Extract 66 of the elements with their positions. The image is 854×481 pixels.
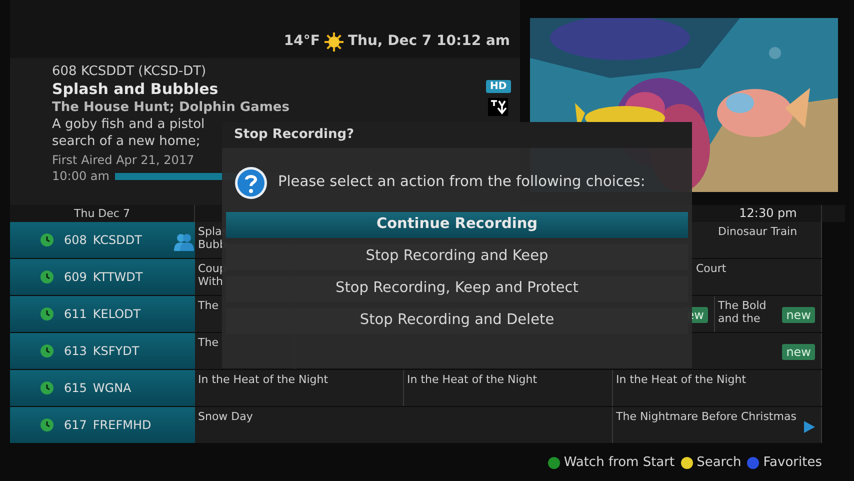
- description-line: search of a new home;: [52, 133, 200, 150]
- program-title: Snow Day: [198, 410, 253, 423]
- program-title: The: [198, 299, 218, 312]
- channel-name: KELODT: [92, 306, 141, 323]
- program-title: In the Heat of the Night: [616, 373, 746, 386]
- channel-name: FREFMHD: [92, 417, 152, 434]
- program-title: The: [198, 336, 218, 349]
- clock-icon: [40, 381, 54, 395]
- program-title: The Nightmare Before Christmas: [616, 410, 796, 423]
- clock-icon: [40, 307, 54, 321]
- start-time: 10:00 am: [52, 168, 110, 184]
- clock-icon: [40, 270, 54, 284]
- question-icon: [234, 166, 268, 200]
- program-title: In the Heat of the Night: [198, 373, 328, 386]
- clock-icon: [40, 418, 54, 432]
- channel-name: KSFYDT: [92, 343, 140, 360]
- program-title: With: [198, 275, 223, 288]
- channel-number: 608: [64, 232, 87, 249]
- first-aired: First Aired Apr 21, 2017: [52, 152, 194, 168]
- channel-number: 609: [64, 269, 87, 286]
- date-time: Thu, Dec 7 10:12 am: [348, 32, 510, 51]
- channel-cell[interactable]: 611 KELODT: [10, 296, 195, 332]
- program-title: The Bold: [718, 299, 766, 312]
- new-badge: new: [782, 344, 815, 360]
- channel-cell[interactable]: 617 FREFMHD: [10, 407, 195, 443]
- hd-badge: HD: [486, 80, 511, 93]
- channel-name: WGNA: [92, 380, 132, 397]
- program-title: In the Heat of the Night: [407, 373, 538, 386]
- channel-cell[interactable]: 615 WGNA: [10, 370, 195, 406]
- program-title: Coup: [198, 262, 226, 275]
- channel-number: 615: [64, 380, 87, 397]
- program-cell[interactable]: The Bold and the new: [715, 296, 822, 332]
- sun-icon: [324, 32, 344, 52]
- clock-icon: [40, 344, 54, 358]
- channel-number: 613: [64, 343, 87, 360]
- people-icon: [174, 233, 194, 251]
- channel-number: 617: [64, 417, 87, 434]
- channel-cell[interactable]: 613 KSFYDT: [10, 333, 195, 369]
- channel-name: KCSDDT: [92, 232, 142, 249]
- channel-cell[interactable]: 608 KCSDDT: [10, 222, 195, 258]
- dialog-message: Please select an action from the following choices:: [278, 173, 646, 192]
- channel-number: 611: [64, 306, 87, 323]
- dialog-option[interactable]: Stop Recording and Delete: [226, 308, 688, 334]
- program-title: Court: [696, 262, 726, 275]
- channel-name: KTTWDT: [92, 269, 143, 286]
- dialog-option[interactable]: Stop Recording, Keep and Protect: [226, 276, 688, 302]
- program-title: and the: [718, 312, 760, 325]
- color-key-label[interactable]: Watch from Start: [564, 452, 675, 472]
- dialog-option[interactable]: Stop Recording and Keep: [226, 244, 688, 270]
- dialog-option[interactable]: Continue Recording: [226, 212, 688, 238]
- episode-title: The House Hunt; Dolphin Games: [52, 99, 290, 116]
- color-key-label[interactable]: Search: [696, 452, 742, 472]
- dialog-title: Stop Recording?: [234, 126, 354, 144]
- right-arrow-icon: [803, 421, 815, 433]
- program-title: Dinosaur Train: [718, 225, 798, 238]
- new-badge: new: [782, 307, 815, 323]
- description-line: A goby fish and a pistol: [52, 116, 205, 133]
- clock-icon: [40, 233, 54, 247]
- channel-cell[interactable]: 609 KTTWDT: [10, 259, 195, 295]
- rating-icon: [488, 98, 508, 116]
- temperature: 14°F: [284, 32, 320, 51]
- color-key-label[interactable]: Favorites: [763, 452, 822, 472]
- channel-info: 608 KCSDDT (KCSD-DT): [52, 64, 206, 80]
- program-title: Bubb: [198, 238, 226, 251]
- program-cell[interactable]: The Nightmare Before Christmas: [613, 407, 822, 443]
- program-title: Splash and Bubbles: [52, 80, 218, 99]
